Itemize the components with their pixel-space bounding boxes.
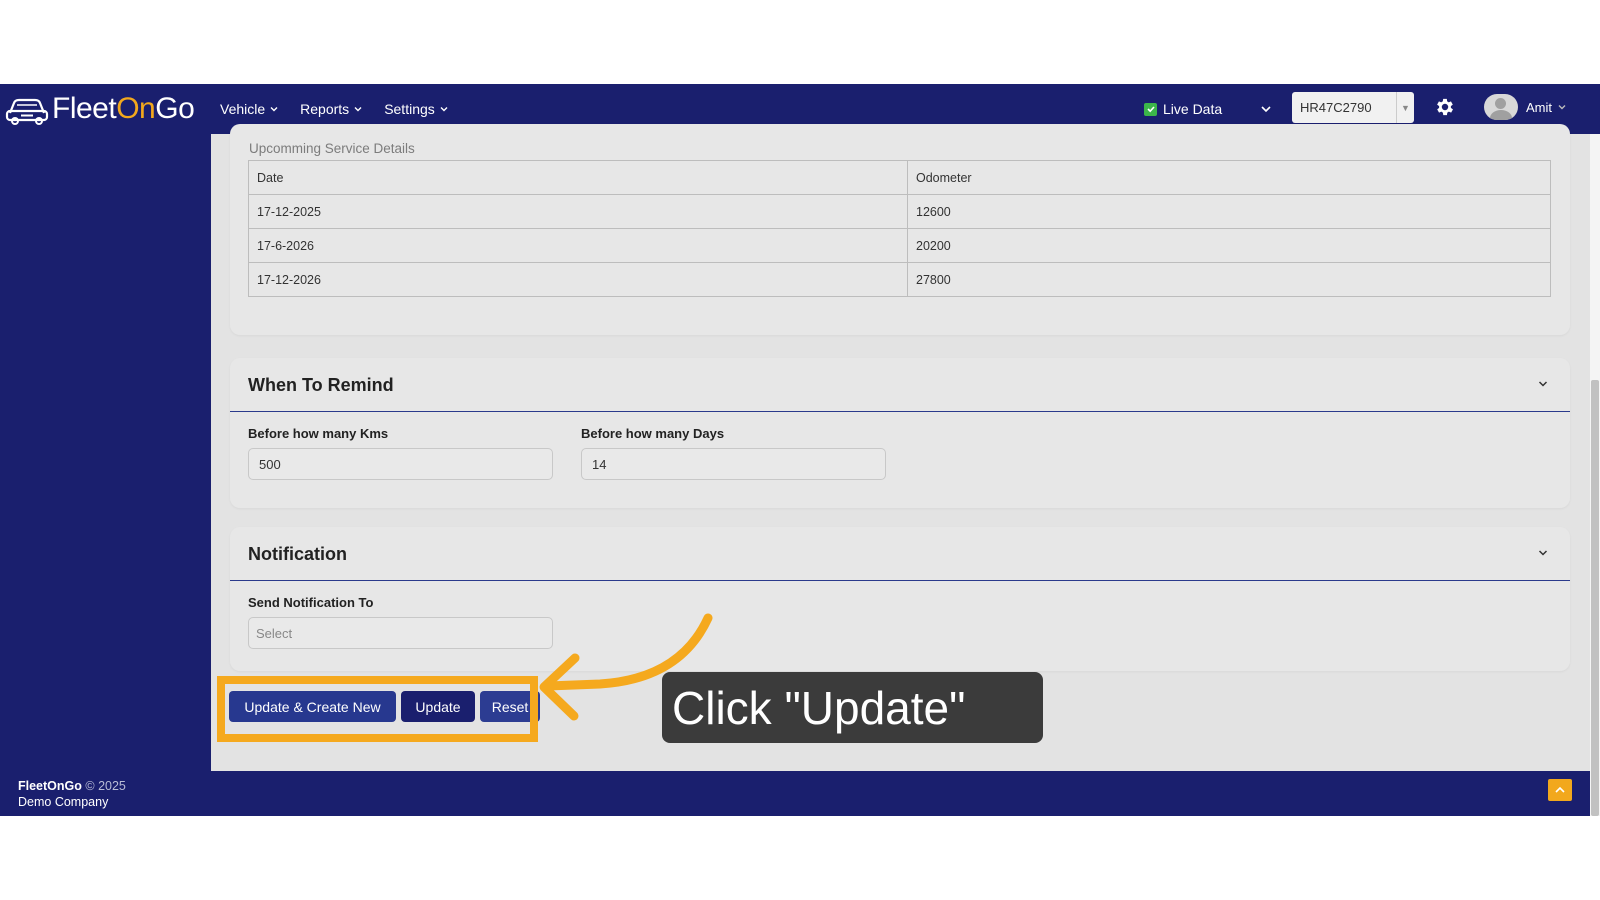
- cell-date: 17-12-2026: [248, 262, 908, 297]
- table-row: 17-12-2025 12600: [248, 194, 1551, 229]
- vehicle-select-value: HR47C2790: [1300, 100, 1372, 115]
- scroll-to-top-button[interactable]: [1548, 779, 1572, 801]
- nav-vehicle-label: Vehicle: [220, 101, 266, 117]
- brand-part-go: Go: [155, 92, 195, 125]
- scrollbar[interactable]: [1590, 134, 1600, 816]
- live-data-toggle[interactable]: Live Data: [1144, 101, 1222, 117]
- scrollbar-thumb[interactable]: [1591, 380, 1599, 816]
- app-frame: FleetOnGo Vehicle Reports Settings Live …: [0, 84, 1600, 816]
- column-odometer: Odometer: [907, 160, 1551, 195]
- cell-odometer: 20200: [907, 228, 1551, 263]
- nav-settings[interactable]: Settings: [384, 101, 448, 117]
- footer-brand: FleetOnGo: [18, 779, 82, 793]
- notification-header[interactable]: Notification: [230, 527, 1570, 581]
- car-logo-icon: [5, 98, 49, 125]
- footer: FleetOnGo © 2025 Demo Company: [18, 778, 126, 810]
- live-data-label: Live Data: [1163, 101, 1223, 117]
- live-data-checkbox[interactable]: [1144, 102, 1157, 116]
- brand-name: FleetOnGo: [52, 92, 195, 126]
- footer-company: Demo Company: [18, 795, 109, 809]
- send-to-select[interactable]: Select: [248, 617, 553, 649]
- service-details-card: Upcomming Service Details Date Odometer …: [230, 124, 1570, 335]
- caret-down-icon[interactable]: ▼: [1396, 92, 1414, 123]
- column-date: Date: [248, 160, 908, 195]
- cell-date: 17-6-2026: [248, 228, 908, 263]
- days-input[interactable]: 14: [581, 448, 886, 480]
- brand-part-on: On: [116, 92, 156, 125]
- footer-brand-line: FleetOnGo © 2025: [18, 778, 126, 794]
- kms-input[interactable]: 500: [248, 448, 553, 480]
- tutorial-callout: Click "Update": [662, 672, 1043, 743]
- when-to-remind-card: When To Remind Before how many Kms 500 B…: [230, 358, 1570, 508]
- table-header-row: Date Odometer: [248, 160, 1551, 195]
- cell-odometer: 12600: [907, 194, 1551, 229]
- table-row: 17-12-2026 27800: [248, 262, 1551, 297]
- send-to-label: Send Notification To: [248, 595, 374, 610]
- chevron-up-icon: [1555, 786, 1565, 793]
- notification-title: Notification: [248, 544, 347, 564]
- vehicle-select[interactable]: HR47C2790 ▼: [1292, 92, 1414, 123]
- footer-copyright: © 2025: [85, 779, 126, 793]
- gear-icon[interactable]: [1434, 96, 1456, 118]
- chevron-down-icon: [354, 107, 362, 112]
- when-to-remind-title: When To Remind: [248, 375, 394, 395]
- cell-date: 17-12-2025: [248, 194, 908, 229]
- table-row: 17-6-2026 20200: [248, 228, 1551, 263]
- nav-settings-label: Settings: [384, 101, 435, 117]
- user-name: Amit: [1526, 99, 1552, 115]
- when-to-remind-header[interactable]: When To Remind: [230, 358, 1570, 412]
- nav-reports-label: Reports: [300, 101, 350, 117]
- kms-label: Before how many Kms: [248, 426, 389, 441]
- chevron-down-icon[interactable]: [1538, 549, 1548, 557]
- chevron-down-icon: [1558, 105, 1566, 110]
- cell-odometer: 27800: [907, 262, 1551, 297]
- nav-vehicle[interactable]: Vehicle: [220, 101, 278, 117]
- check-icon: [1146, 106, 1155, 113]
- nav-reports[interactable]: Reports: [300, 101, 362, 117]
- highlight-box: [217, 676, 538, 742]
- avatar: [1484, 94, 1518, 120]
- chevron-down-icon[interactable]: [1538, 380, 1548, 388]
- user-menu[interactable]: Amit: [1484, 94, 1566, 120]
- days-label: Before how many Days: [581, 426, 725, 441]
- service-table: Date Odometer 17-12-2025 12600 17-6-2026…: [248, 160, 1551, 297]
- callout-text: Click "Update": [672, 681, 966, 734]
- service-section-title: Upcomming Service Details: [249, 141, 415, 156]
- chevron-down-icon[interactable]: [1260, 104, 1272, 114]
- chevron-down-icon: [440, 107, 448, 112]
- brand-part-fleet: Fleet: [52, 92, 117, 125]
- brand-logo[interactable]: FleetOnGo: [4, 90, 195, 128]
- chevron-down-icon: [270, 107, 278, 112]
- notification-card: Notification Send Notification To Select: [230, 527, 1570, 671]
